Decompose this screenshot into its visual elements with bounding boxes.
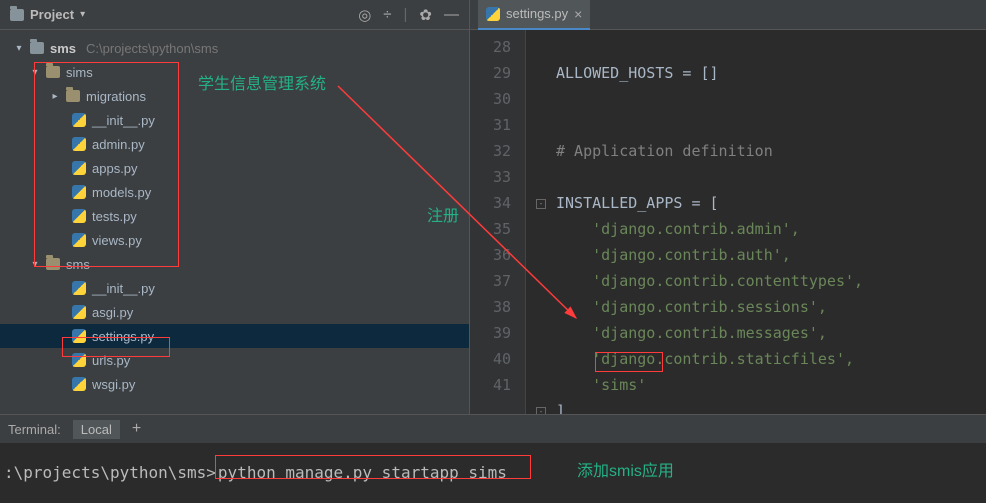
hide-icon[interactable]: — [444, 6, 459, 23]
python-icon [72, 377, 86, 391]
line-gutter: 2829303132333435363738394041 [470, 30, 526, 414]
tree-file[interactable]: wsgi.py [0, 372, 469, 396]
code-string: 'django.contrib.admin', [592, 220, 800, 238]
folder-icon [46, 258, 60, 270]
tree-file[interactable]: apps.py [0, 156, 469, 180]
python-icon [72, 113, 86, 127]
python-icon [72, 305, 86, 319]
folder-icon [30, 42, 44, 54]
fold-icon[interactable]: - [536, 199, 546, 209]
tree-file[interactable]: __init__.py [0, 276, 469, 300]
file-label: urls.py [92, 353, 130, 368]
folder-icon [46, 66, 60, 78]
python-icon [72, 281, 86, 295]
file-label: apps.py [92, 161, 138, 176]
terminal-panel: Terminal: Local + :\projects\python\sms>… [0, 414, 986, 503]
add-terminal-button[interactable]: + [132, 420, 141, 438]
annotation-label: 注册 [427, 202, 459, 226]
folder-icon [66, 90, 80, 102]
file-label: tests.py [92, 209, 137, 224]
editor-tab-settings[interactable]: settings.py × [478, 0, 590, 30]
close-icon[interactable]: × [574, 6, 582, 22]
terminal-body[interactable]: :\projects\python\sms>python manage.py s… [0, 443, 986, 482]
gear-icon[interactable]: ✿ [419, 6, 432, 24]
code-string: 'django.contrib.sessions', [592, 298, 827, 316]
terminal-prompt: :\projects\python\sms> [4, 463, 216, 482]
project-path: C:\projects\python\sms [86, 41, 218, 56]
code-comment: # Application definition [556, 142, 773, 160]
code-bracket: ] [556, 402, 565, 414]
tree-file[interactable]: models.py [0, 180, 469, 204]
python-icon [72, 353, 86, 367]
file-label: __init__.py [92, 113, 155, 128]
annotation-label: 学生信息管理系统 [198, 70, 326, 94]
project-sidebar: Project ▾ ◎ ÷ | ✿ — ▾ sms C:\projects\py… [0, 0, 470, 414]
tree-file[interactable]: __init__.py [0, 108, 469, 132]
file-label: models.py [92, 185, 151, 200]
collapse-icon[interactable]: ÷ [383, 6, 391, 23]
python-icon [72, 329, 86, 343]
folder-icon [10, 9, 24, 21]
file-label: __init__.py [92, 281, 155, 296]
python-icon [72, 209, 86, 223]
tree-file[interactable]: asgi.py [0, 300, 469, 324]
fold-icon[interactable]: - [536, 407, 546, 415]
code-area[interactable]: 2829303132333435363738394041 ALLOWED_HOS… [470, 30, 986, 414]
code-string: 'django.contrib.messages', [592, 324, 827, 342]
sidebar-header: Project ▾ ◎ ÷ | ✿ — [0, 0, 469, 30]
project-dropdown-label[interactable]: Project [30, 7, 74, 22]
python-icon [72, 185, 86, 199]
code-string: 'sims' [592, 376, 646, 394]
terminal-tab-local[interactable]: Local [73, 420, 120, 439]
code-string: 'django.contrib.contenttypes', [592, 272, 863, 290]
terminal-title: Terminal: [8, 422, 61, 437]
target-icon[interactable]: ◎ [358, 6, 371, 24]
file-label: wsgi.py [92, 377, 135, 392]
tree-file[interactable]: urls.py [0, 348, 469, 372]
file-label: views.py [92, 233, 142, 248]
tree-file[interactable]: admin.py [0, 132, 469, 156]
python-icon [72, 137, 86, 151]
project-name: sms [50, 41, 76, 56]
file-label: asgi.py [92, 305, 133, 320]
python-icon [72, 233, 86, 247]
tree-root[interactable]: ▾ sms C:\projects\python\sms [0, 36, 469, 60]
tab-label: settings.py [506, 6, 568, 21]
code-content[interactable]: ALLOWED_HOSTS = [] # Application definit… [526, 30, 986, 414]
terminal-command: python manage.py startapp sims [218, 463, 507, 482]
python-icon [486, 7, 500, 21]
chevron-down-icon[interactable]: ▾ [80, 9, 85, 20]
python-icon [72, 161, 86, 175]
code-line: INSTALLED_APPS = [ [556, 194, 719, 212]
code-string: 'django.contrib.auth', [592, 246, 791, 264]
code-string: 'django.contrib.staticfiles', [592, 350, 854, 368]
tree-folder-sms[interactable]: ▾ sms [0, 252, 469, 276]
file-label: admin.py [92, 137, 145, 152]
editor-tabs: settings.py × [470, 0, 986, 30]
folder-label: sms [66, 257, 90, 272]
folder-label: migrations [86, 89, 146, 104]
annotation-label: 添加smis应用 [577, 457, 674, 481]
terminal-header: Terminal: Local + [0, 415, 986, 443]
code-line: ALLOWED_HOSTS = [] [556, 64, 719, 82]
file-label: settings.py [92, 329, 154, 344]
tree-file-settings[interactable]: settings.py [0, 324, 469, 348]
tree-file[interactable]: tests.py [0, 204, 469, 228]
code-editor: settings.py × 28293031323334353637383940… [470, 0, 986, 414]
folder-label: sims [66, 65, 93, 80]
tree-file[interactable]: views.py [0, 228, 469, 252]
